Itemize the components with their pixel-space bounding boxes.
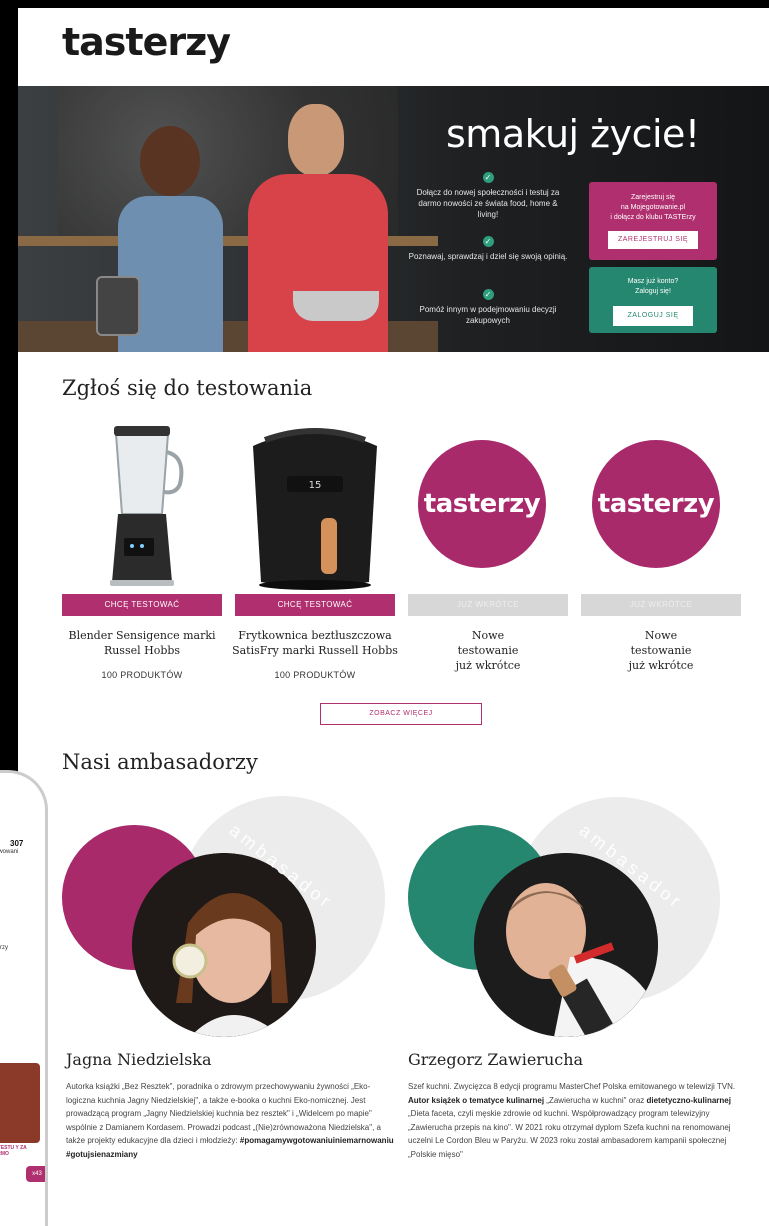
see-more-button[interactable]: ZOBACZ WIĘCEJ <box>320 703 482 725</box>
ambassadors-heading: Nasi ambasadorzy <box>62 750 258 774</box>
product-image-blender[interactable] <box>62 422 222 594</box>
phone-label: serwowani <box>0 849 19 855</box>
hero-blender-image <box>96 276 140 336</box>
product-name: Nowe testowanie już wkrótce <box>455 629 521 672</box>
product-name[interactable]: Blender Sensigence marki Russel Hobbs <box>62 628 222 658</box>
phone-snippet: rzy <box>0 945 8 951</box>
check-icon: ✓ <box>482 236 494 247</box>
testing-heading: Zgłoś się do testowania <box>62 376 313 400</box>
ambassador-name: Grzegorz Zawierucha <box>408 1050 584 1069</box>
check-icon: ✓ <box>482 172 494 183</box>
check-icon: ✓ <box>482 289 494 300</box>
product-count: 100 PRODUKTÓW <box>274 670 356 680</box>
tasterzy-logo-circle[interactable]: tasterzy <box>418 440 546 568</box>
hero-slogan: smakuj życie! <box>446 112 700 156</box>
ambassador-bio: Szef kuchni. Zwycięzca 8 edycji programu… <box>408 1082 736 1159</box>
tasterzy-logo-circle[interactable]: tasterzy <box>592 440 720 568</box>
login-button[interactable]: ZALOGUJ SIĘ <box>613 306 693 326</box>
page: tasterzy smakuj życie! ✓ Dołącz do nowej… <box>18 8 769 1226</box>
product-name: Nowe testowanie już wkrótce <box>628 629 694 672</box>
register-title: Zarejestruj się <box>631 194 675 201</box>
phone-dish-image <box>0 1063 40 1143</box>
phone-mini-text: ĘŻ TESTU Y ZA DARMO <box>0 1145 27 1157</box>
login-title: Zaloguj się! <box>635 288 671 295</box>
hero-feature-3: ✓ Pomóż innym w podejmowaniu decyzji zak… <box>419 289 557 325</box>
frame-top <box>0 0 769 8</box>
coming-soon-button: JUŻ WKRÓTCE <box>408 594 568 616</box>
hero-feature-1: ✓ Dołącz do nowej społeczności i testuj … <box>416 172 560 219</box>
product-count: 100 PRODUKTÓW <box>101 670 183 680</box>
register-sub: na Mojegotowanie.pl <box>620 204 686 211</box>
phone-count: 307 <box>10 839 24 848</box>
tasterzy-logo[interactable]: tasterzy <box>62 20 231 64</box>
login-question: Masz już konto? <box>627 278 679 285</box>
ambassador-name: Jagna Niedzielska <box>66 1050 212 1069</box>
phone-badge: x43 <box>26 1166 45 1182</box>
want-to-test-button[interactable]: CHCĘ TESTOWAĆ <box>62 594 222 616</box>
product-name[interactable]: Frytkownica beztłuszczowa SatisFry marki… <box>230 628 400 658</box>
login-card: Masz już konto? Zaloguj się! ZALOGUJ SIĘ <box>589 267 717 333</box>
ambassador-photo-grzegorz[interactable] <box>474 853 658 1037</box>
phone-mockup: 307 serwowani rzy ĘŻ TESTU Y ZA DARMO x4… <box>0 770 48 1226</box>
register-button[interactable]: ZAREJESTRUJ SIĘ <box>607 231 699 249</box>
want-to-test-button[interactable]: CHCĘ TESTOWAĆ <box>235 594 395 616</box>
svg-text:15: 15 <box>309 480 322 491</box>
ambassador-bio: Autorka książki „Bez Resztek", poradnika… <box>66 1082 394 1159</box>
hero-feature-2: ✓ Poznawaj, sprawdzaj i dziel się swoją … <box>408 236 568 261</box>
product-image-airfryer[interactable]: 15 <box>235 422 395 594</box>
coming-soon-button: JUŻ WKRÓTCE <box>581 594 741 616</box>
register-sub2: i dołącz do klubu TASTErzy <box>610 214 696 221</box>
hero-pot-image <box>293 291 379 321</box>
hero-banner: smakuj życie! ✓ Dołącz do nowej społeczn… <box>18 86 769 352</box>
register-card: Zarejestruj się na Mojegotowanie.pl i do… <box>589 182 717 260</box>
